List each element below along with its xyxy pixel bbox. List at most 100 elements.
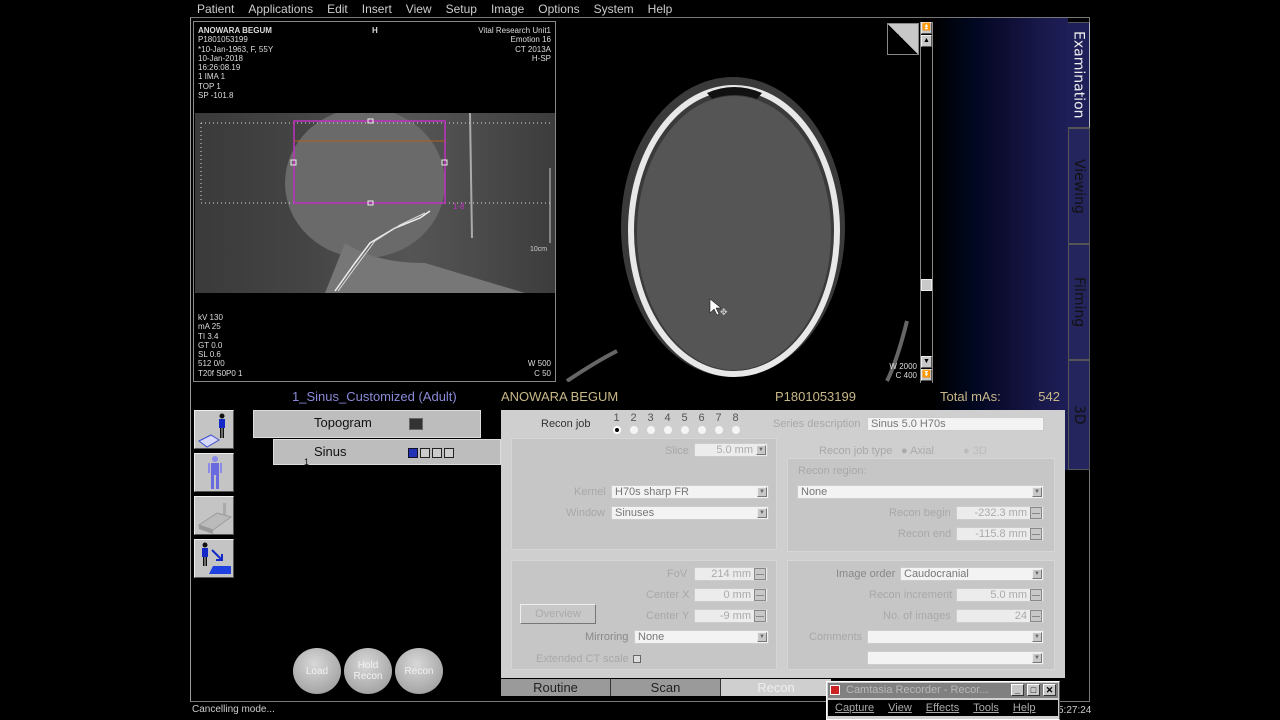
- page-corner-icon[interactable]: [887, 23, 919, 55]
- table-button[interactable]: [194, 496, 234, 535]
- window-select[interactable]: Sinuses ▼: [611, 506, 769, 520]
- recon-job-6[interactable]: 6: [696, 412, 707, 434]
- minimize-icon[interactable]: _: [1011, 684, 1024, 696]
- patient-name: ANOWARA BEGUM: [501, 389, 619, 404]
- chevron-down-icon: ▼: [757, 487, 767, 497]
- recon-job-indicator-selected[interactable]: [408, 448, 418, 458]
- recon-job-type-axial[interactable]: ● Axial: [901, 445, 934, 457]
- scroll-down-icon[interactable]: ▼: [921, 356, 932, 368]
- patient-position-button[interactable]: [194, 410, 234, 449]
- center-y-input[interactable]: -9 mm: [694, 609, 768, 623]
- axial-viewer[interactable]: ✥ W 2000 C 400: [557, 21, 921, 382]
- tab-examination[interactable]: Examination: [1068, 22, 1090, 128]
- recon-job-5[interactable]: 5: [679, 412, 690, 434]
- recon-job-indicator[interactable]: [444, 448, 454, 458]
- recon-job-8[interactable]: 8: [730, 412, 741, 434]
- axial-ct-image[interactable]: ✥: [557, 21, 921, 382]
- topogram-viewer[interactable]: ANOWARA BEGUM P1801053199 *10-Jan-1963, …: [193, 21, 556, 382]
- tab-scan[interactable]: Scan: [611, 679, 721, 696]
- camtasia-menu-view[interactable]: View: [881, 700, 919, 716]
- spinner-icon[interactable]: [1030, 528, 1042, 540]
- chevron-down-icon: ▼: [1032, 653, 1042, 663]
- hold-recon-button[interactable]: Hold Recon: [344, 648, 392, 694]
- recon-job-2[interactable]: 2: [628, 412, 639, 434]
- menu-options[interactable]: Options: [531, 0, 586, 17]
- recon-job-indicator[interactable]: [420, 448, 430, 458]
- topogram-image[interactable]: 1-8 10cm: [195, 113, 555, 293]
- recon-job-3[interactable]: 3: [645, 412, 656, 434]
- recon-button[interactable]: Recon: [395, 648, 443, 694]
- recon-end-input[interactable]: -115.8 mm: [956, 527, 1044, 541]
- menu-help[interactable]: Help: [641, 0, 680, 17]
- camtasia-recorder-window[interactable]: Camtasia Recorder - Recor... _ □ ✕ Captu…: [826, 681, 1060, 720]
- recon-increment-label: Recon increment: [869, 589, 953, 601]
- spinner-icon[interactable]: [754, 568, 766, 580]
- menu-patient[interactable]: Patient: [190, 0, 241, 17]
- scroll-first-icon[interactable]: ⏫: [921, 22, 932, 34]
- camtasia-menu-capture[interactable]: Capture: [828, 700, 881, 716]
- menu-view[interactable]: View: [399, 0, 439, 17]
- tab-routine[interactable]: Routine: [501, 679, 611, 696]
- overlay-patient-name: ANOWARA BEGUM: [198, 26, 272, 35]
- menu-applications[interactable]: Applications: [241, 0, 320, 17]
- spinner-icon[interactable]: [1030, 507, 1042, 519]
- recon-region-select[interactable]: None ▼: [797, 485, 1044, 499]
- tab-filming[interactable]: Filming: [1068, 244, 1090, 360]
- recon-increment-input[interactable]: 5.0 mm: [956, 588, 1044, 602]
- slice-label: Slice: [665, 445, 689, 457]
- recon-job-label: Recon job: [541, 418, 591, 430]
- menu-image[interactable]: Image: [484, 0, 531, 17]
- image-scrollbar[interactable]: ⏫ ▲ ▼ ⏬: [920, 22, 933, 383]
- mirroring-select[interactable]: None ▼: [634, 630, 769, 644]
- recon-job-1[interactable]: 1: [611, 412, 622, 434]
- spinner-icon[interactable]: [754, 610, 766, 622]
- recon-job-type-3d[interactable]: ● 3D: [963, 445, 987, 457]
- spinner-icon[interactable]: [1030, 589, 1042, 601]
- load-button[interactable]: Load: [293, 648, 341, 694]
- scroll-thumb[interactable]: [921, 279, 932, 291]
- series-description-input[interactable]: Sinus 5.0 H70s: [867, 417, 1044, 431]
- camtasia-menu-tools[interactable]: Tools: [966, 700, 1006, 716]
- center-x-input[interactable]: 0 mm: [694, 588, 768, 602]
- scan-list-item-topogram[interactable]: Topogram: [253, 410, 481, 438]
- tab-viewing[interactable]: Viewing: [1068, 128, 1090, 244]
- spinner-icon[interactable]: [1030, 610, 1042, 622]
- image-order-select[interactable]: Caudocranial ▼: [900, 567, 1044, 581]
- patient-transfer-icon: [202, 542, 231, 574]
- overlay-scanner: Emotion 16: [510, 35, 551, 45]
- overlay-kernel: T20f S0P0 1: [198, 368, 243, 378]
- recon-job-indicator[interactable]: [432, 448, 442, 458]
- comments-select-2[interactable]: ▼: [867, 651, 1044, 665]
- menu-system[interactable]: System: [587, 0, 641, 17]
- close-icon[interactable]: ✕: [1043, 684, 1056, 696]
- tab-recon[interactable]: Recon: [721, 679, 831, 696]
- fov-input[interactable]: 214 mm: [694, 567, 768, 581]
- menu-insert[interactable]: Insert: [355, 0, 399, 17]
- menu-setup[interactable]: Setup: [439, 0, 484, 17]
- recon-begin-input[interactable]: -232.3 mm: [956, 506, 1044, 520]
- maximize-icon[interactable]: □: [1027, 684, 1040, 696]
- scan-list-item-sinus[interactable]: Sinus 1: [273, 439, 501, 467]
- num-images-input[interactable]: 24: [956, 609, 1044, 623]
- kernel-select[interactable]: H70s sharp FR ▼: [611, 485, 769, 499]
- camtasia-menu-help[interactable]: Help: [1006, 700, 1043, 716]
- overview-button[interactable]: Overview: [520, 604, 596, 624]
- slice-select[interactable]: 5.0 mm ▼: [694, 443, 768, 457]
- camtasia-menu-effects[interactable]: Effects: [919, 700, 966, 716]
- patient-transfer-button[interactable]: [194, 539, 234, 578]
- overlay-ti: TI 3.4: [198, 331, 219, 341]
- tab-3d[interactable]: 3D: [1068, 360, 1090, 470]
- overlay-kv: kV 130: [198, 312, 223, 322]
- overlay-orientation: H: [372, 26, 378, 35]
- extended-ct-checkbox[interactable]: [633, 655, 641, 663]
- patient-model-button[interactable]: [194, 453, 234, 492]
- spinner-icon[interactable]: [754, 589, 766, 601]
- recon-job-4[interactable]: 4: [662, 412, 673, 434]
- comments-select[interactable]: ▼: [867, 630, 1044, 644]
- num-images-label: No. of images: [883, 610, 951, 622]
- menu-edit[interactable]: Edit: [320, 0, 355, 17]
- chevron-down-icon: ▼: [1032, 632, 1042, 642]
- recon-job-7[interactable]: 7: [713, 412, 724, 434]
- scroll-last-icon[interactable]: ⏬: [921, 369, 932, 381]
- scroll-up-icon[interactable]: ▲: [921, 35, 932, 47]
